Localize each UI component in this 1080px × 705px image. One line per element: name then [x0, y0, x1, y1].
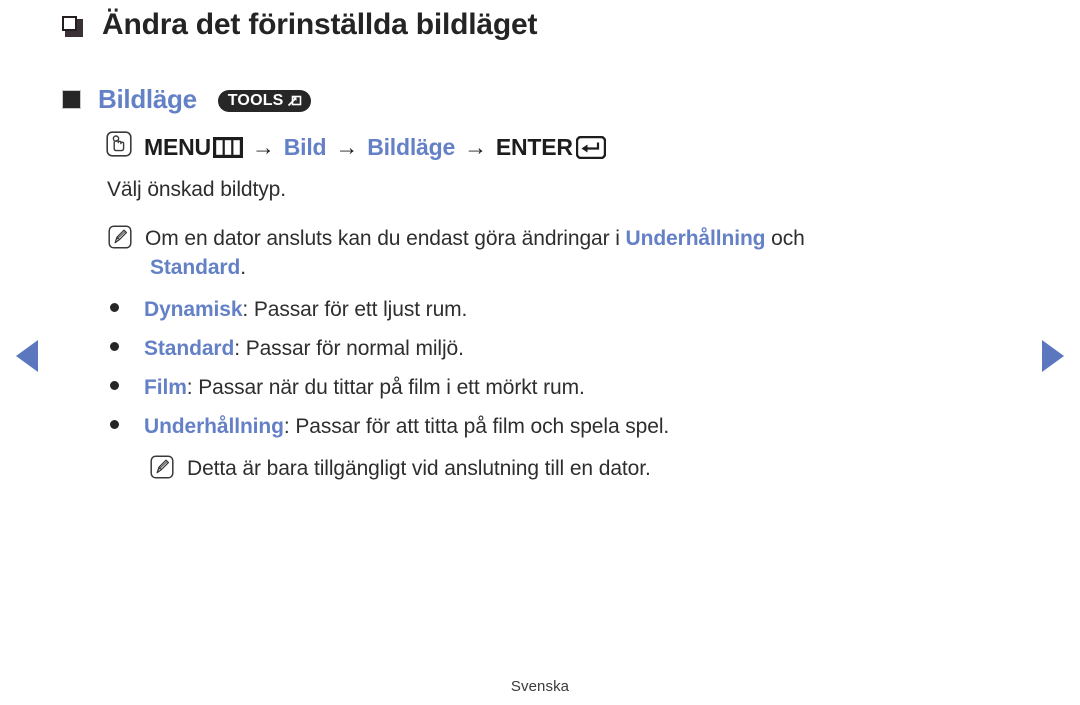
- tools-badge[interactable]: TOOLS: [217, 89, 311, 112]
- section-heading: Bildläge TOOLS: [62, 84, 311, 115]
- note-row-pc-only: Detta är bara tillgängligt vid anslutnin…: [150, 452, 950, 486]
- list-item-description: : Passar för att titta på film och spela…: [283, 415, 670, 438]
- instruction-text: Välj önskad bildtyp.: [107, 178, 286, 201]
- list-item-term: Film: [144, 376, 187, 399]
- path-arrow-3: →: [464, 133, 487, 160]
- press-button-icon: [106, 131, 132, 163]
- path-step-bildlage[interactable]: Bildläge: [367, 134, 455, 161]
- path-step-bild[interactable]: Bild: [284, 134, 327, 161]
- menu-label: MENU: [144, 133, 211, 160]
- list-item: Film: Passar när du tittar på film i ett…: [110, 376, 970, 415]
- list-item-text: Film: Passar när du tittar på film i ett…: [144, 376, 585, 400]
- note-highlight-standard: Standard: [150, 256, 241, 279]
- previous-page-arrow-icon[interactable]: [16, 340, 38, 372]
- list-item-text: Underhållning: Passar för att titta på f…: [144, 415, 669, 439]
- list-item: Underhållning: Passar för att titta på f…: [110, 415, 970, 454]
- list-item-description: : Passar när du tittar på film i ett mör…: [186, 376, 585, 399]
- note-continuation-standard: Standard.: [150, 256, 246, 280]
- dot-bullet-icon: [110, 303, 119, 312]
- list-item-description: : Passar för normal miljö.: [234, 337, 464, 360]
- section-title-text: Bildläge: [98, 84, 197, 114]
- square-bullet-icon: [62, 90, 81, 109]
- note-row-pc-connection: Om en dator ansluts kan du endast göra ä…: [108, 222, 1008, 256]
- list-item-description: : Passar för ett ljust rum.: [242, 298, 468, 321]
- list-item: Dynamisk: Passar för ett ljust rum.: [110, 298, 970, 337]
- note-pencil-icon: [108, 225, 132, 255]
- page-title-text: Ändra det förinställda bildläget: [102, 8, 538, 41]
- dot-bullet-icon: [110, 342, 119, 351]
- note-text-before: Om en dator ansluts kan du endast göra ä…: [145, 227, 626, 250]
- list-item-text: Dynamisk: Passar för ett ljust rum.: [144, 298, 467, 322]
- list-item-text: Standard: Passar för normal miljö.: [144, 337, 464, 361]
- dot-bullet-icon: [110, 420, 119, 429]
- note-text: Om en dator ansluts kan du endast göra ä…: [145, 222, 805, 256]
- note-text-after: och: [765, 227, 805, 250]
- path-arrow-1: →: [251, 133, 275, 160]
- next-page-arrow-icon[interactable]: [1042, 340, 1064, 372]
- outlined-box-icon: [62, 15, 84, 38]
- enter-label: ENTER: [495, 133, 573, 160]
- note-pencil-icon: [150, 455, 174, 485]
- note-highlight-underhallning: Underhållning: [625, 227, 766, 250]
- footer-language-label: Svenska: [510, 678, 570, 695]
- list-item-term: Standard: [144, 337, 235, 360]
- enter-key-icon: [575, 135, 606, 159]
- note-continuation-period: .: [240, 256, 246, 279]
- picture-mode-list: Dynamisk: Passar för ett ljust rum. Stan…: [110, 298, 970, 454]
- dot-bullet-icon: [110, 381, 119, 390]
- list-item-term: Dynamisk: [144, 298, 243, 321]
- menu-path: MENU → Bild → Bildläge → ENTER: [106, 131, 606, 163]
- menu-bars-icon: [212, 136, 243, 158]
- list-item-term: Underhållning: [144, 415, 284, 438]
- note-text: Detta är bara tillgängligt vid anslutnin…: [187, 457, 651, 480]
- page-title: Ändra det förinställda bildläget: [62, 8, 538, 41]
- tools-arrow-icon: [287, 93, 302, 108]
- tools-badge-label: TOOLS: [227, 91, 284, 109]
- path-arrow-2: →: [335, 133, 359, 160]
- list-item: Standard: Passar för normal miljö.: [110, 337, 970, 376]
